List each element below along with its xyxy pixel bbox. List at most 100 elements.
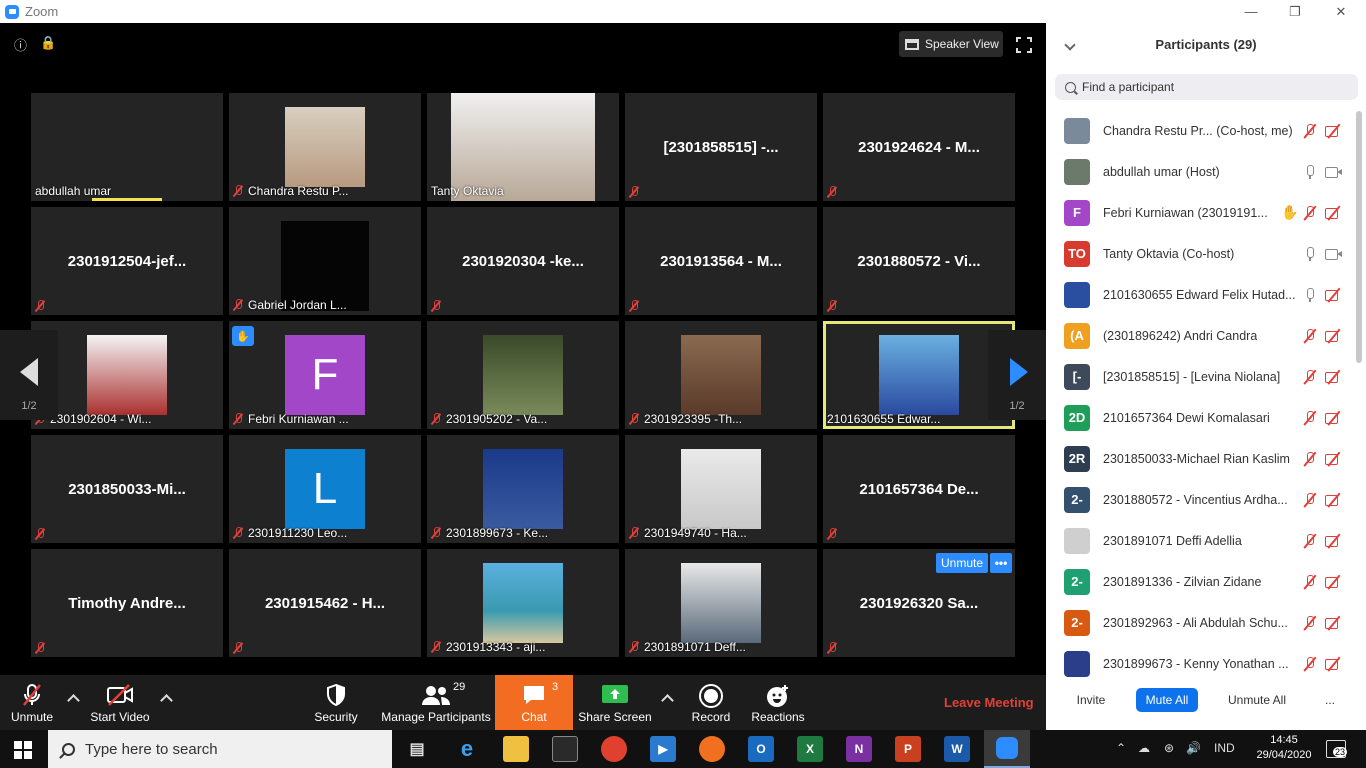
video-options-caret[interactable] [161,693,171,703]
onenote-icon[interactable]: N [846,736,872,762]
participant-row[interactable]: 2101630655 Edward Felix Hutad... [1046,274,1356,315]
manage-participants-button[interactable]: 29 Manage Participants [380,675,492,730]
unmute-button[interactable]: Unmute [0,675,64,730]
video-tile[interactable]: [2301858515] -... [625,93,817,201]
tile-unmute-button[interactable]: Unmute [936,553,988,573]
video-icon[interactable] [1325,247,1343,261]
video-icon[interactable] [1325,165,1343,179]
mic-muted-icon[interactable] [1303,328,1317,344]
video-tile[interactable]: 2101657364 De... [823,435,1015,543]
minimize-button[interactable]: — [1228,0,1274,23]
video-tile[interactable]: F Febri Kurniawan ... [229,321,421,429]
mic-muted-icon[interactable] [1303,492,1317,508]
video-tile[interactable]: 2301850033-Mi... [31,435,223,543]
zoom-taskbar-icon[interactable] [984,730,1030,768]
video-tile[interactable]: Gabriel Jordan L... [229,207,421,315]
mic-icon[interactable] [1303,164,1317,180]
participant-row[interactable]: 2- 2301880572 - Vincentius Ardha... [1046,479,1356,520]
notification-icon[interactable]: 23 [1326,740,1348,758]
video-tile[interactable]: 2301949740 - Ha... [625,435,817,543]
mic-muted-icon[interactable] [1303,123,1317,139]
participant-row[interactable]: [- [2301858515] - [Levina Niolana] [1046,356,1356,397]
mic-muted-icon[interactable] [1303,205,1317,221]
fullscreen-icon[interactable] [1016,37,1032,53]
info-icon[interactable]: ⓘ [14,35,27,54]
record-button[interactable]: Record [685,675,737,730]
tile-more-button[interactable]: ••• [990,553,1012,573]
participant-row[interactable]: 2D 2101657364 Dewi Komalasari [1046,397,1356,438]
close-button[interactable]: ✕ [1318,0,1364,23]
video-tile[interactable]: 2301915462 - H... [229,549,421,657]
video-tile[interactable]: abdullah umar [31,93,223,201]
mic-icon[interactable] [1303,287,1317,303]
firefox-icon[interactable] [699,736,725,762]
mic-muted-icon[interactable] [1303,656,1317,672]
video-tile[interactable]: 2101630655 Edwar... [823,321,1015,429]
participant-row[interactable]: 2- 2301892963 - Ali Abdulah Schu... [1046,602,1356,643]
video-tile[interactable]: 2301891071 Deff... [625,549,817,657]
previous-page-button[interactable]: 1/2 [0,330,58,420]
video-tile[interactable]: Tanty Oktavia [427,93,619,201]
video-off-icon[interactable] [1325,206,1343,220]
participant-search[interactable] [1055,74,1358,100]
participant-list-scrollbar[interactable] [1356,111,1362,363]
video-tile[interactable]: 2301924624 - M... [823,93,1015,201]
panel-more-button[interactable]: ... [1318,688,1342,712]
video-tile[interactable]: 2301923395 -Th... [625,321,817,429]
participant-row[interactable]: TO Tanty Oktavia (Co-host) [1046,233,1356,274]
video-tile[interactable]: 2301902604 - Wi... [31,321,223,429]
next-page-button[interactable]: 1/2 [988,330,1046,420]
participant-row[interactable]: 2R 2301850033-Michael Rian Kaslim [1046,438,1356,479]
video-off-icon[interactable] [1325,657,1343,671]
video-off-icon[interactable] [1325,616,1343,630]
reactions-button[interactable]: Reactions [748,675,808,730]
video-tile[interactable]: L 2301911230 Leo... [229,435,421,543]
windows-start-icon[interactable] [14,741,32,759]
file-explorer-icon[interactable] [503,736,529,762]
video-tile[interactable]: 2301905202 - Va... [427,321,619,429]
mic-muted-icon[interactable] [1303,451,1317,467]
edge-icon[interactable]: e [454,736,480,762]
wifi-icon[interactable]: ⊛ [1164,741,1174,755]
participant-row[interactable]: 2- 2301891336 - Zilvian Zidane [1046,561,1356,602]
media-player-icon[interactable]: ▶ [650,736,676,762]
share-screen-button[interactable]: Share Screen [578,675,652,730]
mic-muted-icon[interactable] [1303,369,1317,385]
excel-icon[interactable]: X [797,736,823,762]
participant-row[interactable]: F Febri Kurniawan (23019191... ✋ [1046,192,1356,233]
participant-row[interactable]: abdullah umar (Host) [1046,151,1356,192]
video-off-icon[interactable] [1325,493,1343,507]
participant-row[interactable]: Chandra Restu Pr... (Co-host, me) [1046,110,1356,151]
chrome-icon[interactable] [601,736,627,762]
mute-all-button[interactable]: Mute All [1136,688,1198,712]
video-off-icon[interactable] [1325,575,1343,589]
outlook-icon[interactable]: O [748,736,774,762]
video-off-icon[interactable] [1325,411,1343,425]
chat-button[interactable]: 3 Chat [495,675,573,730]
video-off-icon[interactable] [1325,329,1343,343]
video-off-icon[interactable] [1325,124,1343,138]
video-off-icon[interactable] [1325,452,1343,466]
lock-icon[interactable]: 🔒 [40,35,56,51]
mic-muted-icon[interactable] [1303,533,1317,549]
powerpoint-icon[interactable]: P [895,736,921,762]
video-off-icon[interactable] [1325,370,1343,384]
taskbar-search[interactable]: Type here to search [48,730,392,768]
system-clock[interactable]: 14:45 29/04/2020 [1254,733,1314,763]
volume-icon[interactable]: 🔊 [1186,741,1201,755]
video-off-icon[interactable] [1325,288,1343,302]
start-video-button[interactable]: Start Video [84,675,156,730]
video-tile[interactable]: 2301912504-jef... [31,207,223,315]
chevron-up-icon[interactable]: ⌃ [1116,741,1126,755]
video-tile[interactable]: 2301899673 - Ke... [427,435,619,543]
share-options-caret[interactable] [662,693,672,703]
participant-row[interactable]: (A (2301896242) Andri Candra [1046,315,1356,356]
mic-icon[interactable] [1303,246,1317,262]
participant-row[interactable]: 2301899673 - Kenny Yonathan ... [1046,643,1356,680]
participant-search-input[interactable] [1082,80,1322,94]
security-button[interactable]: Security [306,675,366,730]
word-icon[interactable]: W [944,736,970,762]
speaker-view-button[interactable]: Speaker View [899,31,1003,57]
leave-meeting-button[interactable]: Leave Meeting [944,695,1034,710]
unmute-all-button[interactable]: Unmute All [1220,688,1294,712]
